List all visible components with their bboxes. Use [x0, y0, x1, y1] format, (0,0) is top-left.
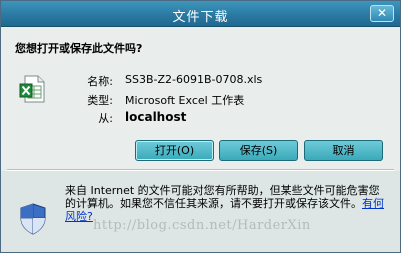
close-button[interactable]: ✕ [370, 5, 394, 22]
close-icon: ✕ [376, 6, 388, 20]
file-download-dialog: 文件下载 ✕ 您想打开或保存此文件吗? 名称: SS3B-Z2-6091B-07… [0, 0, 401, 253]
window-title: 文件下载 [172, 10, 229, 25]
download-question: 您想打开或保存此文件吗? [15, 42, 143, 55]
title-bar[interactable]: 文件下载 ✕ [1, 1, 400, 27]
file-type-value: Microsoft Excel 工作表 [125, 94, 245, 107]
type-label: 类型: [87, 94, 113, 107]
security-shield-icon [20, 203, 46, 235]
cancel-button[interactable]: 取消 [304, 140, 383, 161]
name-label: 名称: [87, 75, 113, 88]
file-name-value: SS3B-Z2-6091B-0708.xls [125, 73, 263, 86]
open-button[interactable]: 打开(O) [135, 140, 214, 161]
watermark-text: http://blog.csdn.net/HarderXin [93, 218, 311, 233]
from-label: 从: [98, 112, 113, 125]
warning-text: 来自 Internet 的文件可能对您有所帮助，但某些文件可能危害您的计算机。如… [65, 184, 380, 210]
save-button[interactable]: 保存(S) [219, 140, 298, 161]
source-host-value: localhost [125, 110, 187, 124]
warning-panel: 来自 Internet 的文件可能对您有所帮助，但某些文件可能危害您的计算机。如… [1, 171, 400, 252]
